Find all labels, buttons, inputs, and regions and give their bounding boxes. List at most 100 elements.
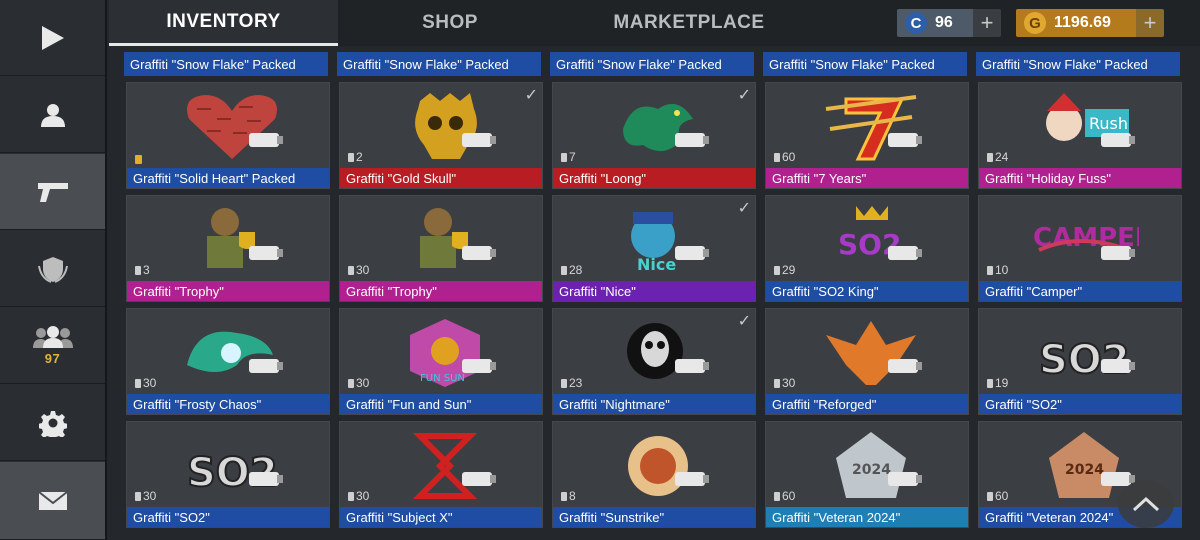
item-count: 30	[135, 489, 156, 503]
sidebar-mail-button[interactable]	[0, 462, 105, 540]
inventory-item-card[interactable]: ✓ 23 Graffiti "Nightmare"	[552, 308, 756, 415]
inventory-item-card[interactable]: ✓ 7 Graffiti "Loong"	[552, 82, 756, 189]
item-count: 60	[987, 489, 1008, 503]
spray-bottle-icon	[774, 265, 780, 275]
spray-bottle-icon	[987, 491, 993, 501]
item-label: Graffiti "Loong"	[553, 168, 755, 188]
sidebar-settings-button[interactable]	[0, 385, 105, 461]
inventory-item-card[interactable]: 8 Graffiti "Sunstrike"	[552, 421, 756, 528]
item-label: Graffiti "Nice"	[553, 281, 755, 301]
spray-bottle-icon	[348, 378, 354, 388]
item-label: Graffiti "Trophy"	[340, 281, 542, 301]
item-label: Graffiti "Solid Heart" Packed	[127, 168, 329, 188]
spray-bottle-icon	[561, 265, 567, 275]
scroll-up-button[interactable]	[1118, 480, 1174, 528]
spray-can-icon	[675, 246, 709, 260]
inventory-item-card[interactable]: 30 Graffiti "Trophy"	[339, 195, 543, 302]
inventory-item-card[interactable]: 30 Graffiti "Frosty Chaos"	[126, 308, 330, 415]
item-count: 60	[774, 489, 795, 503]
item-label: Graffiti "Veteran 2024"	[766, 507, 968, 527]
spray-can-icon	[888, 472, 922, 486]
item-label: Graffiti "Gold Skull"	[340, 168, 542, 188]
inventory-item-label[interactable]: Graffiti "Snow Flake" Packed	[763, 52, 967, 76]
spray-bottle-icon	[348, 152, 354, 162]
item-count: 30	[348, 263, 369, 277]
item-label: Graffiti "Subject X"	[340, 507, 542, 527]
item-count: 24	[987, 150, 1008, 164]
sidebar-weapons-button[interactable]	[0, 154, 105, 230]
tab-shop[interactable]: SHOP	[338, 0, 562, 46]
inventory-item-label[interactable]: Graffiti "Snow Flake" Packed	[124, 52, 328, 76]
item-count: 30	[135, 376, 156, 390]
inventory-item-card[interactable]: CAMPER10Graffiti "Camper"	[978, 195, 1182, 302]
item-label: Graffiti "Fun and Sun"	[340, 394, 542, 414]
profile-icon	[40, 103, 65, 127]
inventory-item-card[interactable]: SO2 29 Graffiti "SO2 King"	[765, 195, 969, 302]
spray-can-icon	[462, 133, 496, 147]
inventory-item-label[interactable]: Graffiti "Snow Flake" Packed	[976, 52, 1180, 76]
tab-inventory[interactable]: INVENTORY	[109, 0, 338, 46]
inventory-item-label[interactable]: Graffiti "Snow Flake" Packed	[550, 52, 754, 76]
item-count: 8	[561, 489, 576, 503]
item-label: Graffiti "SO2"	[127, 507, 329, 527]
add-silver-button[interactable]: +	[973, 9, 1001, 37]
tab-marketplace[interactable]: MARKETPLACE	[562, 0, 816, 46]
sidebar-play-button[interactable]	[0, 0, 105, 76]
checkmark-icon: ✓	[737, 313, 751, 330]
spray-bottle-icon	[561, 152, 567, 162]
spray-can-icon	[249, 359, 283, 373]
inventory-item-card[interactable]: SO2 30 Graffiti "SO2"	[126, 421, 330, 528]
inventory-item-card[interactable]: 2024 60 Graffiti "Veteran 2024"	[765, 421, 969, 528]
spray-can-icon	[249, 246, 283, 260]
inventory-item-card[interactable]: SO2 19 Graffiti "SO2"	[978, 308, 1182, 415]
item-count: 19	[987, 376, 1008, 390]
item-label: Graffiti "Frosty Chaos"	[127, 394, 329, 414]
inventory-item-card[interactable]: Nice ✓ 28 Graffiti "Nice"	[552, 195, 756, 302]
mail-icon	[37, 490, 68, 510]
spray-bottle-icon	[348, 491, 354, 501]
inventory-item-card[interactable]: FUN SUN 30 Graffiti "Fun and Sun"	[339, 308, 543, 415]
spray-can-icon	[888, 246, 922, 260]
inventory-item-card[interactable]: 30 Graffiti "Subject X"	[339, 421, 543, 528]
add-gold-button[interactable]: +	[1136, 9, 1164, 37]
silver-coin-icon: C	[905, 12, 927, 34]
gold-coin-icon: G	[1024, 12, 1046, 34]
silver-amount: 96	[935, 14, 953, 31]
inventory-item-card[interactable]: 60 Graffiti "7 Years"	[765, 82, 969, 189]
spray-can-icon	[888, 133, 922, 147]
inventory-item-card[interactable]: ✓ 2 Graffiti "Gold Skull"	[339, 82, 543, 189]
sidebar-clan-button[interactable]	[0, 231, 105, 307]
inventory-item-card[interactable]: 3 Graffiti "Trophy"	[126, 195, 330, 302]
inventory-item-card[interactable]: Graffiti "Solid Heart" Packed	[126, 82, 330, 189]
friends-count: 97	[44, 350, 61, 366]
inventory-item-label[interactable]: Graffiti "Snow Flake" Packed	[337, 52, 541, 76]
checkmark-icon: ✓	[737, 200, 751, 217]
gear-icon	[38, 410, 67, 437]
gold-balance: G 1196.69 +	[1016, 9, 1164, 37]
inventory-grid: Graffiti "Snow Flake" Packed Graffiti "S…	[118, 46, 1194, 540]
spray-bottle-icon	[774, 491, 780, 501]
inventory-item-card[interactable]: Rush 24 Graffiti "Holiday Fuss"	[978, 82, 1182, 189]
spray-bottle-icon	[348, 265, 354, 275]
spray-bottle-icon	[987, 378, 993, 388]
chevron-up-icon	[1132, 496, 1160, 512]
item-label: Graffiti "Nightmare"	[553, 394, 755, 414]
checkmark-icon: ✓	[524, 87, 538, 104]
pistol-icon	[37, 182, 68, 202]
spray-can-icon	[1101, 359, 1135, 373]
gold-amount: 1196.69	[1054, 14, 1111, 31]
top-bar: INVENTORY SHOP MARKETPLACE C 96 + G 1196…	[109, 0, 1200, 46]
spray-can-icon	[675, 472, 709, 486]
spray-can-icon	[1101, 246, 1135, 260]
inventory-item-card[interactable]: 30 Graffiti "Reforged"	[765, 308, 969, 415]
spray-can-icon	[888, 359, 922, 373]
spray-can-icon	[249, 133, 283, 147]
item-label: Graffiti "Camper"	[979, 281, 1181, 301]
sidebar-friends-button[interactable]: 97	[0, 308, 105, 384]
spray-can-icon	[462, 246, 496, 260]
spray-can-icon	[249, 472, 283, 486]
item-count: 7	[561, 150, 576, 164]
item-count: 30	[774, 376, 795, 390]
app-root: 97 INVENTORY SHOP MARKETPLACE C 96 + G 1…	[0, 0, 1200, 540]
sidebar-profile-button[interactable]	[0, 77, 105, 153]
